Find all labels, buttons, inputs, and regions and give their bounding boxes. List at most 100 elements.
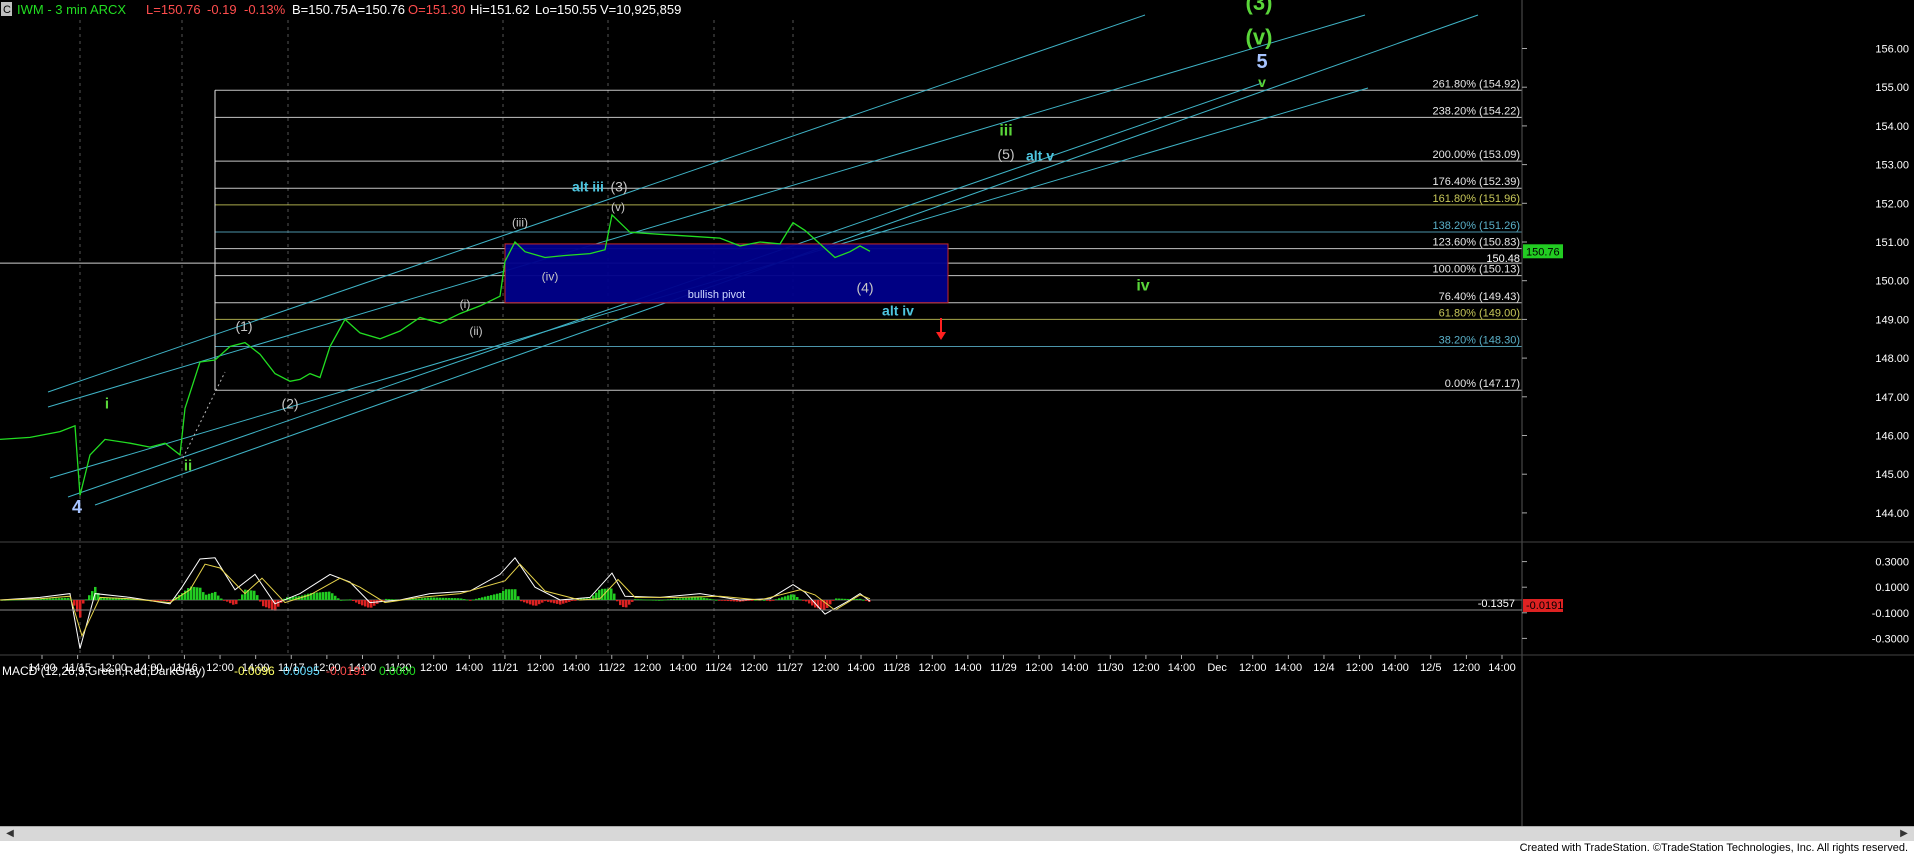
- fib-level-label: 261.80% (154.92): [1433, 78, 1520, 90]
- macd-histogram-bar: [574, 600, 577, 601]
- macd-histogram-bar: [841, 598, 844, 600]
- macd-histogram-bar: [256, 595, 259, 600]
- macd-histogram-bar: [655, 599, 658, 601]
- time-tick-label: 12:00: [918, 662, 946, 674]
- macd-histogram-bar: [433, 597, 436, 600]
- wave-label: iii: [999, 123, 1012, 140]
- macd-histogram-bar: [838, 598, 841, 600]
- time-tick-label: 14:00: [669, 662, 697, 674]
- macd-histogram-bar: [163, 600, 166, 601]
- macd-histogram-bar: [847, 598, 850, 600]
- macd-histogram-bar: [514, 589, 517, 600]
- fib-level-label: 238.20% (154.22): [1433, 105, 1520, 117]
- macd-histogram-bar: [664, 599, 667, 601]
- macd-histogram-bar: [334, 595, 337, 600]
- time-tick-label: 14:00: [1381, 662, 1409, 674]
- macd-histogram-bar: [844, 598, 847, 600]
- macd-zero-value: 0.0000: [379, 664, 416, 678]
- price-tick-label: 150.00: [1875, 276, 1909, 288]
- macd-histogram-bar: [421, 598, 424, 600]
- macd-tick-label: -0.3000: [1872, 633, 1909, 645]
- macd-value: -0.0096: [234, 664, 275, 678]
- macd-histogram-bar: [193, 586, 196, 600]
- wave-label: alt iv: [882, 303, 914, 319]
- macd-histogram-bar: [646, 599, 649, 601]
- macd-histogram-bar: [535, 600, 538, 606]
- macd-histogram-bar: [82, 600, 85, 604]
- wave-label: (v): [611, 200, 625, 214]
- macd-histogram-bar: [781, 597, 784, 600]
- macd-histogram-bar: [532, 600, 535, 606]
- macd-histogram-bar: [802, 600, 805, 601]
- time-tick-label: 11/27: [776, 662, 803, 674]
- time-tick-label: 12:00: [1453, 662, 1481, 674]
- macd-histogram-bar: [649, 599, 652, 601]
- macd-histogram-bar: [505, 589, 508, 600]
- macd-histogram-bar: [157, 600, 160, 601]
- macd-histogram-bar: [793, 594, 796, 600]
- macd-histogram-bar: [466, 599, 469, 601]
- macd-histogram-bar: [268, 600, 271, 609]
- wave-label: (iv): [542, 270, 559, 284]
- macd-histogram-bar: [634, 599, 637, 600]
- net-change: -0.19: [207, 2, 237, 17]
- macd-histogram-bar: [526, 600, 529, 604]
- macd-histogram-bar: [538, 600, 541, 605]
- symbol-title: IWM - 3 min ARCX: [17, 2, 126, 17]
- macd-histogram-bar: [778, 598, 781, 600]
- macd-histogram-bar: [205, 594, 208, 600]
- open-price: O=151.30: [408, 2, 465, 17]
- macd-histogram-bar: [547, 600, 550, 602]
- macd-histogram-bar: [622, 600, 625, 608]
- time-tick-label: 14:00: [1488, 662, 1516, 674]
- scroll-right-icon[interactable]: ▶: [1896, 827, 1912, 841]
- macd-histogram-bar: [568, 600, 571, 602]
- time-tick-label: 12:00: [740, 662, 768, 674]
- macd-histogram-bar: [328, 591, 331, 600]
- wave-label: 4: [72, 497, 82, 517]
- macd-histogram-bar: [730, 600, 733, 602]
- time-tick-label: 12:00: [634, 662, 662, 674]
- horizontal-scrollbar[interactable]: ◀ ▶: [0, 826, 1914, 841]
- macd-histogram-bar: [229, 600, 232, 604]
- macd-histogram-bar: [415, 598, 418, 600]
- macd-histogram-bar: [49, 598, 52, 600]
- macd-histogram-bar: [160, 600, 163, 601]
- wave-label: (i): [460, 297, 471, 311]
- fib-level-label: 138.20% (151.26): [1433, 220, 1520, 232]
- macd-histogram-bar: [862, 599, 865, 601]
- macd-histogram-bar: [304, 594, 307, 600]
- volume: V=10,925,859: [600, 2, 681, 17]
- macd-tick-label: 0.3000: [1875, 557, 1909, 569]
- macd-histogram-bar: [736, 600, 739, 602]
- macd-histogram-bar: [241, 594, 244, 600]
- price-tick-label: 148.00: [1875, 353, 1909, 365]
- fib-level-label: 100.00% (150.13): [1433, 264, 1520, 276]
- macd-histogram-bar: [364, 600, 367, 607]
- macd-histogram-bar: [73, 600, 76, 606]
- macd-histogram-bar: [238, 599, 241, 601]
- macd-histogram-bar: [55, 598, 58, 600]
- macd-histogram-bar: [346, 599, 349, 601]
- bullish-pivot-zone: bullish pivot: [504, 243, 949, 304]
- macd-histogram-bar: [700, 597, 703, 600]
- last-price: L=150.76: [146, 2, 201, 17]
- time-tick-label: 11/22: [598, 662, 625, 674]
- time-tick-label: 11/21: [492, 662, 519, 674]
- price-tick-label: 146.00: [1875, 431, 1909, 443]
- ask-price: A=150.76: [349, 2, 405, 17]
- macd-histogram-bar: [199, 587, 202, 600]
- macd-histogram-bar: [682, 598, 685, 600]
- macd-histogram-bar: [469, 600, 472, 601]
- price-tick-label: 156.00: [1875, 44, 1909, 56]
- time-tick-label: 14:00: [1275, 662, 1303, 674]
- macd-histogram-bar: [388, 599, 391, 600]
- chart-header: IWM - 3 min ARCX L=150.76 -0.19 -0.13% B…: [17, 2, 681, 17]
- macd-histogram-bar: [670, 599, 673, 600]
- macd-histogram-bar: [325, 591, 328, 600]
- time-tick-label: 12:00: [420, 662, 448, 674]
- macd-histogram-bar: [253, 590, 256, 600]
- price-tick-label: 152.00: [1875, 198, 1909, 210]
- macd-histogram-bar: [688, 597, 691, 600]
- scroll-left-icon[interactable]: ◀: [2, 827, 18, 841]
